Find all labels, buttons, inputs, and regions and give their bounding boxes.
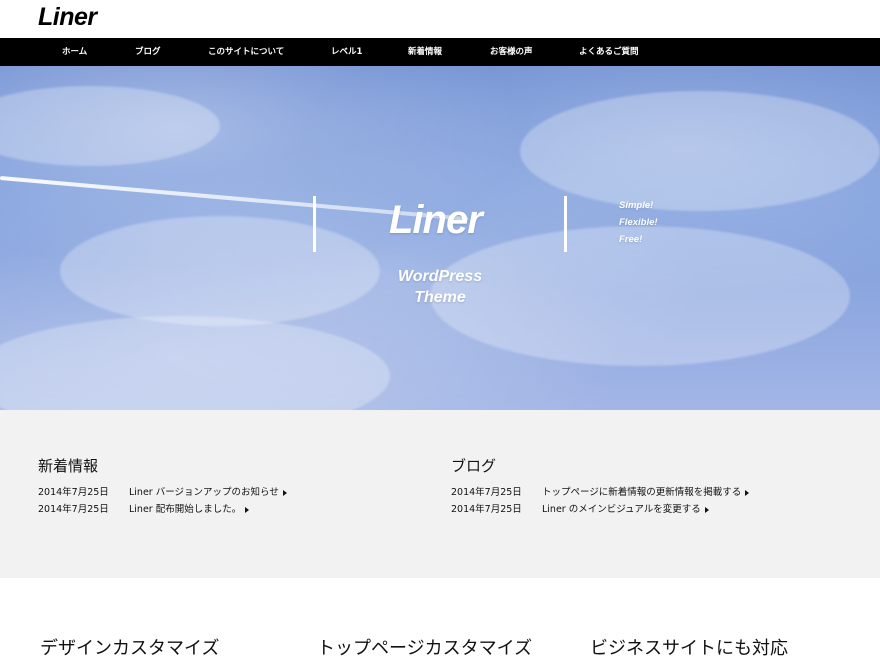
nav-item-news[interactable]: 新着情報 — [408, 38, 442, 66]
blog-column: ブログ 2014年7月25日 トップページに新着情報の更新情報を掲載する 201… — [451, 455, 750, 518]
nav-item-level1[interactable]: レベル1 — [331, 38, 362, 66]
triangle-right-icon — [745, 489, 750, 496]
tagline-item: Free! — [619, 234, 643, 245]
news-link[interactable]: Liner 配布開始しました。 — [129, 501, 250, 518]
hero-subtitle: WordPress Theme — [388, 266, 492, 308]
blog-item: 2014年7月25日 トップページに新着情報の更新情報を掲載する — [451, 484, 750, 501]
blog-heading: ブログ — [451, 457, 497, 475]
hero-subtitle-line: Theme — [414, 289, 466, 306]
feature-title-design: デザインカスタマイズ — [40, 638, 220, 659]
news-item: 2014年7月25日 Liner 配布開始しました。 — [38, 501, 287, 518]
news-date: 2014年7月25日 — [38, 487, 109, 498]
blog-date: 2014年7月25日 — [451, 504, 522, 515]
blog-link-text[interactable]: Liner のメインビジュアルを変更する — [542, 501, 701, 518]
site-header: Liner — [0, 0, 880, 38]
hero-subtitle-line: WordPress — [397, 268, 483, 285]
nav-item-home[interactable]: ホーム — [62, 38, 87, 66]
cloud-shape — [520, 91, 880, 211]
blog-date: 2014年7月25日 — [451, 487, 522, 498]
hero-banner: Liner WordPress Theme Simple! Flexible! … — [0, 66, 880, 410]
hero-title: Liner — [389, 198, 483, 242]
news-date: 2014年7月25日 — [38, 504, 109, 515]
tagline-item: Simple! — [619, 200, 654, 211]
blog-link-text[interactable]: トップページに新着情報の更新情報を掲載する — [542, 484, 741, 501]
nav-item-faq[interactable]: よくあるご質問 — [579, 38, 639, 66]
feature-title-business: ビジネスサイトにも対応 — [590, 638, 788, 659]
news-item: 2014年7月25日 Liner バージョンアップのお知らせ — [38, 484, 287, 501]
news-column: 新着情報 2014年7月25日 Liner バージョンアップのお知らせ 2014… — [38, 455, 287, 518]
tagline-item: Flexible! — [619, 217, 658, 228]
nav-item-customer-voice[interactable]: お客様の声 — [490, 38, 533, 66]
news-link[interactable]: Liner バージョンアップのお知らせ — [129, 484, 287, 501]
triangle-right-icon — [704, 506, 709, 513]
main-navigation: ホーム ブログ このサイトについて レベル1 新着情報 お客様の声 よくあるご質… — [0, 38, 880, 66]
blog-link[interactable]: Liner のメインビジュアルを変更する — [542, 501, 709, 518]
news-section: 新着情報 2014年7月25日 Liner バージョンアップのお知らせ 2014… — [0, 410, 880, 578]
features-section: デザインカスタマイズ トップページカスタマイズ ビジネスサイトにも対応 — [0, 578, 880, 660]
blog-item: 2014年7月25日 Liner のメインビジュアルを変更する — [451, 501, 749, 518]
news-link-text[interactable]: Liner 配布開始しました。 — [129, 501, 241, 518]
triangle-right-icon — [282, 489, 287, 496]
news-link-text[interactable]: Liner バージョンアップのお知らせ — [129, 484, 279, 501]
news-heading: 新着情報 — [38, 457, 99, 475]
hero-left-divider — [313, 196, 316, 252]
nav-item-about[interactable]: このサイトについて — [208, 38, 284, 66]
cloud-shape — [60, 216, 380, 326]
hero-tagline: Simple! Flexible! Free! — [619, 197, 658, 248]
nav-item-blog[interactable]: ブログ — [135, 38, 161, 66]
cloud-shape — [0, 86, 220, 166]
triangle-right-icon — [245, 506, 250, 513]
cloud-shape — [0, 316, 390, 410]
feature-title-toppage: トップページカスタマイズ — [317, 638, 533, 659]
hero-right-divider — [564, 196, 567, 252]
blog-link[interactable]: トップページに新着情報の更新情報を掲載する — [542, 484, 750, 501]
site-logo[interactable]: Liner — [38, 3, 97, 32]
